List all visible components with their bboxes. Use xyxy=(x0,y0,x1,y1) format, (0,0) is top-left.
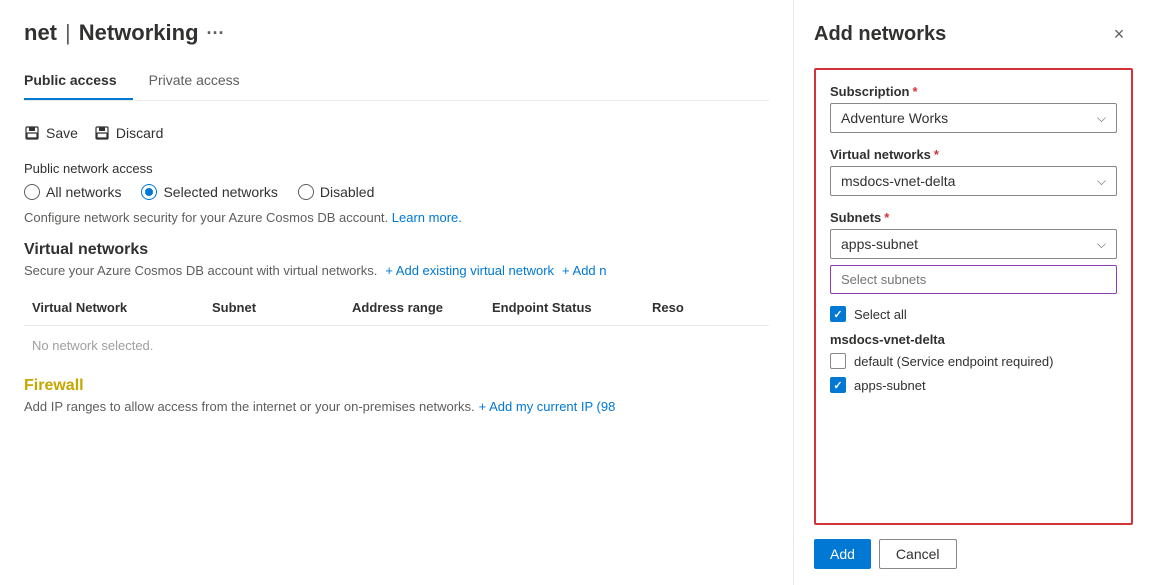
tab-bar: Public access Private access xyxy=(24,64,769,101)
virtual-networks-title: Virtual networks xyxy=(24,241,769,259)
title-separator: | xyxy=(65,20,71,46)
breadcrumb-net: net xyxy=(24,20,57,46)
page-title: net | Networking ··· xyxy=(24,20,769,46)
subnet-apps-checkbox[interactable] xyxy=(830,377,846,393)
virtual-networks-dropdown[interactable]: msdocs-vnet-delta ⌵ xyxy=(830,166,1117,196)
cancel-button[interactable]: Cancel xyxy=(879,539,957,569)
radio-selected-label: Selected networks xyxy=(163,184,277,200)
panel-close-button[interactable]: × xyxy=(1105,20,1133,48)
col-subnet: Subnet xyxy=(204,296,344,319)
col-reso: Reso xyxy=(644,296,769,319)
subnet-group-label: msdocs-vnet-delta xyxy=(830,326,1117,349)
page-title-text: Networking xyxy=(79,20,199,46)
save-button[interactable]: Save xyxy=(24,121,78,145)
subnet-item-default[interactable]: default (Service endpoint required) xyxy=(830,349,1117,373)
network-access-radio-group: All networks Selected networks Disabled xyxy=(24,184,769,200)
subnets-field: Subnets * apps-subnet ⌵ Select all msdoc… xyxy=(830,210,1117,397)
save-icon xyxy=(24,125,40,141)
panel-body: Subscription * Adventure Works ⌵ Virtual… xyxy=(814,68,1133,525)
subnet-default-label: default (Service endpoint required) xyxy=(854,354,1053,369)
toolbar: Save Discard xyxy=(24,121,769,145)
subnets-dropdown-arrow: ⌵ xyxy=(1097,237,1106,252)
firewall-desc: Add IP ranges to allow access from the i… xyxy=(24,399,769,414)
vnet-desc-text: Secure your Azure Cosmos DB account with… xyxy=(24,263,377,278)
add-button[interactable]: Add xyxy=(814,539,871,569)
firewall-title: Firewall xyxy=(24,377,769,395)
panel-header: Add networks × xyxy=(814,20,1133,48)
discard-label: Discard xyxy=(116,125,163,141)
col-endpoint-status: Endpoint Status xyxy=(484,296,644,319)
subnet-checkbox-section: Select all msdocs-vnet-delta default (Se… xyxy=(830,302,1117,397)
panel-footer: Add Cancel xyxy=(814,539,1133,569)
select-all-checkbox[interactable] xyxy=(830,306,846,322)
add-new-vnet-link[interactable]: + Add n xyxy=(562,263,606,278)
discard-icon xyxy=(94,125,110,141)
subnets-required: * xyxy=(884,210,889,225)
subnet-item-apps[interactable]: apps-subnet xyxy=(830,373,1117,397)
vnet-table-header: Virtual Network Subnet Address range End… xyxy=(24,290,769,326)
select-all-row[interactable]: Select all xyxy=(830,302,1117,326)
title-ellipsis[interactable]: ··· xyxy=(207,23,225,44)
subnets-label: Subnets * xyxy=(830,210,1117,225)
virtual-networks-label: Virtual networks * xyxy=(830,147,1117,162)
subscription-dropdown[interactable]: Adventure Works ⌵ xyxy=(830,103,1117,133)
subnets-dropdown[interactable]: apps-subnet ⌵ xyxy=(830,229,1117,259)
add-networks-panel: Add networks × Subscription * Adventure … xyxy=(793,0,1153,585)
subscription-value: Adventure Works xyxy=(841,110,948,126)
col-address-range: Address range xyxy=(344,296,484,319)
subnet-apps-label: apps-subnet xyxy=(854,378,926,393)
select-all-label: Select all xyxy=(854,307,907,322)
discard-button[interactable]: Discard xyxy=(94,121,163,145)
radio-all-networks[interactable]: All networks xyxy=(24,184,121,200)
subnets-value: apps-subnet xyxy=(841,236,918,252)
add-existing-vnet-link[interactable]: + Add existing virtual network xyxy=(385,263,554,278)
add-current-ip-link[interactable]: + Add my current IP (98 xyxy=(479,399,616,414)
left-panel: net | Networking ··· Public access Priva… xyxy=(0,0,793,585)
virtual-networks-value: msdocs-vnet-delta xyxy=(841,173,955,189)
virtual-networks-field: Virtual networks * msdocs-vnet-delta ⌵ xyxy=(830,147,1117,196)
subscription-dropdown-arrow: ⌵ xyxy=(1097,111,1106,126)
col-virtual-network: Virtual Network xyxy=(24,296,204,319)
subnet-search-input[interactable] xyxy=(830,265,1117,294)
tab-private-access[interactable]: Private access xyxy=(149,64,256,100)
radio-all-circle xyxy=(24,184,40,200)
vnet-dropdown-arrow: ⌵ xyxy=(1097,174,1106,189)
radio-all-label: All networks xyxy=(46,184,121,200)
radio-disabled-label: Disabled xyxy=(320,184,374,200)
table-empty-message: No network selected. xyxy=(24,326,769,365)
panel-title: Add networks xyxy=(814,23,946,46)
radio-selected-circle xyxy=(141,184,157,200)
radio-disabled-circle xyxy=(298,184,314,200)
firewall-desc-text: Add IP ranges to allow access from the i… xyxy=(24,399,475,414)
subscription-required: * xyxy=(912,84,917,99)
tab-public-access[interactable]: Public access xyxy=(24,64,133,100)
learn-more-link[interactable]: Learn more. xyxy=(392,210,462,225)
radio-disabled[interactable]: Disabled xyxy=(298,184,374,200)
info-main-text: Configure network security for your Azur… xyxy=(24,210,388,225)
vnet-required: * xyxy=(934,147,939,162)
subscription-label: Subscription * xyxy=(830,84,1117,99)
subscription-field: Subscription * Adventure Works ⌵ xyxy=(830,84,1117,133)
virtual-networks-desc: Secure your Azure Cosmos DB account with… xyxy=(24,263,769,278)
info-text: Configure network security for your Azur… xyxy=(24,210,769,225)
network-access-label: Public network access xyxy=(24,161,769,176)
save-label: Save xyxy=(46,125,78,141)
radio-selected-networks[interactable]: Selected networks xyxy=(141,184,277,200)
subnet-default-checkbox[interactable] xyxy=(830,353,846,369)
